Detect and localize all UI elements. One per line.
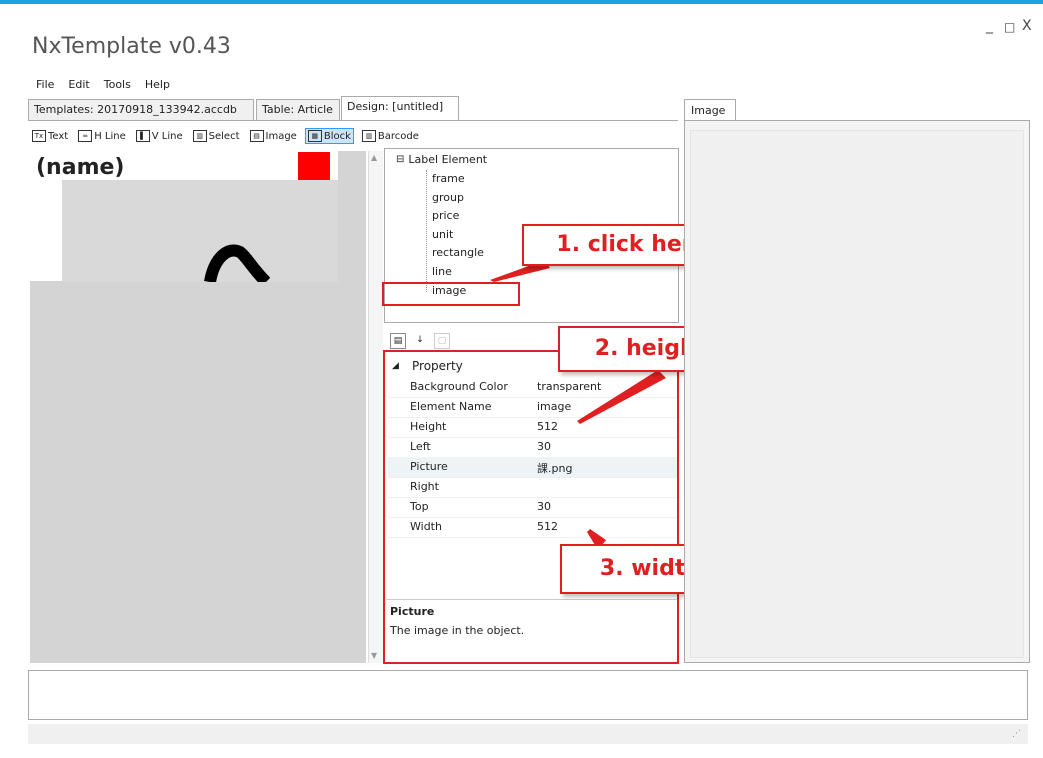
status-bar	[28, 724, 1028, 744]
image-preview-area[interactable]	[690, 130, 1024, 658]
output-box[interactable]	[28, 670, 1028, 720]
tab-image[interactable]: Image	[684, 99, 736, 121]
resize-grip-icon[interactable]: ⋰	[1012, 729, 1021, 739]
arrow-height	[577, 370, 666, 424]
